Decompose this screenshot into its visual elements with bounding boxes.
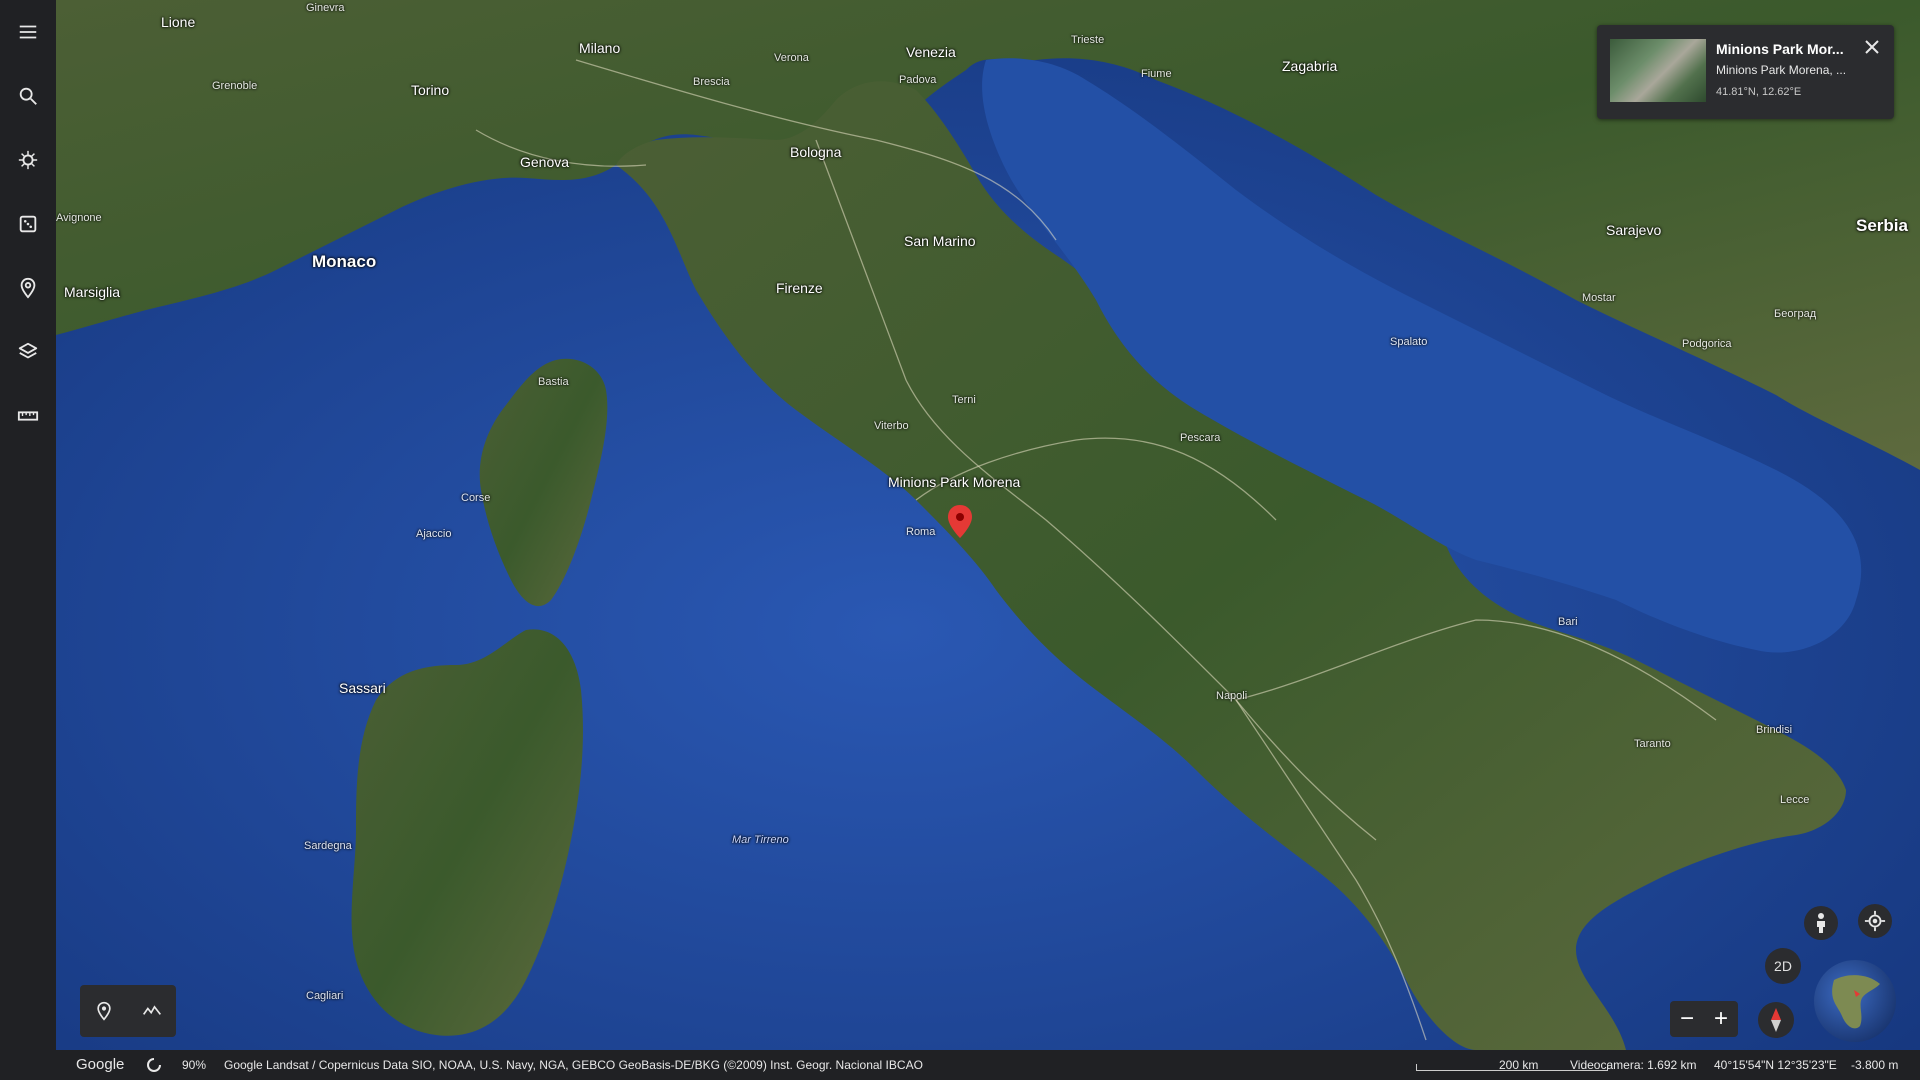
add-placemark-button[interactable] (88, 995, 120, 1027)
map-label: Verona (774, 52, 809, 64)
map-label: Zagabria (1282, 58, 1338, 74)
map-label: Terni (952, 394, 976, 406)
zoom-controls: − + (1670, 1001, 1738, 1037)
map-label: San Marino (904, 233, 976, 249)
feeling-lucky-button[interactable] (0, 196, 56, 252)
map-label: Avignone (56, 212, 102, 224)
loading-percent: 90% (182, 1058, 207, 1072)
my-location-button[interactable] (1858, 904, 1892, 938)
line-path-icon (142, 1005, 161, 1015)
loading-spinner-icon (146, 1057, 162, 1076)
map-label: Serbia (1856, 216, 1908, 235)
camera-altitude: Videocamera: 1.692 km (1570, 1058, 1697, 1072)
feeling-lucky-icon (19, 215, 37, 233)
drawing-tools (80, 985, 176, 1037)
attribution[interactable]: Google Landsat / Copernicus Data SIO, NO… (224, 1058, 923, 1072)
place-thumbnail[interactable] (1610, 39, 1706, 102)
voyager-icon (18, 150, 38, 170)
measure-button[interactable] (0, 388, 56, 444)
zoom-out-button[interactable]: − (1670, 1001, 1704, 1037)
status-bar: Google 90% Google Landsat / Copernicus D… (56, 1050, 1920, 1080)
menu-button[interactable] (0, 4, 56, 60)
sea-label: Mar Tirreno (732, 834, 789, 846)
map-label: Trieste (1071, 34, 1105, 46)
close-icon[interactable] (1862, 37, 1882, 57)
map-label: Ginevra (306, 2, 345, 14)
map-label: Sarajevo (1606, 222, 1662, 238)
menu-icon (19, 25, 37, 39)
my-location-icon (1864, 910, 1886, 932)
cursor-coordinates: 40°15'54"N 12°35'23"E (1714, 1058, 1837, 1072)
elevation: -3.800 m (1851, 1058, 1899, 1072)
map-label: Bari (1558, 616, 1578, 628)
globe-minimap[interactable] (1814, 960, 1896, 1042)
map-label: Taranto (1634, 738, 1671, 750)
pin-label[interactable]: Minions Park Morena (888, 474, 1020, 490)
map-label: Roma (906, 526, 936, 538)
projects-icon (20, 277, 36, 299)
map-label: Venezia (906, 44, 956, 60)
map-label: Pescara (1180, 432, 1221, 444)
pegman-icon (1817, 913, 1825, 933)
map-label: Torino (411, 82, 450, 98)
google-earth-app: Ginevra Lione Milano Venezia Zagabria To… (0, 0, 1920, 1080)
map-label: Brindisi (1756, 724, 1793, 736)
voyager-button[interactable] (0, 132, 56, 188)
map-label: Cagliari (306, 990, 344, 1002)
map-label: Napoli (1216, 690, 1248, 702)
measure-icon (17, 411, 39, 421)
map-label: Bastia (538, 376, 569, 388)
map-style-button[interactable] (0, 324, 56, 380)
map-label: Padova (899, 74, 937, 86)
compass-icon (1771, 1008, 1781, 1032)
search-button[interactable] (0, 68, 56, 124)
zoom-in-button[interactable]: + (1704, 1001, 1738, 1037)
map-label: Sardegna (304, 840, 352, 852)
satellite-imagery (56, 0, 1920, 1050)
map-label: Bologna (790, 144, 842, 160)
map-label: Lione (161, 14, 196, 30)
map-label: Monaco (312, 252, 377, 271)
search-icon (19, 87, 37, 105)
place-card[interactable]: Minions Park Mor... Minions Park Morena,… (1597, 25, 1894, 119)
draw-line-button[interactable] (136, 995, 168, 1027)
map-label: Corse (461, 492, 491, 504)
map-label: Sassari (339, 680, 386, 696)
pegman-button[interactable] (1804, 906, 1838, 940)
placemark-icon (97, 1001, 111, 1021)
map-label: Lecce (1780, 794, 1810, 806)
earth-map-view[interactable]: Ginevra Lione Milano Venezia Zagabria To… (56, 0, 1920, 1050)
map-label: Београд (1774, 308, 1817, 320)
scale-label: 200 km (1499, 1058, 1539, 1072)
place-coordinates: 41.81°N, 12.62°E (1716, 86, 1802, 98)
map-label: Mostar (1582, 292, 1616, 304)
google-logo: Google (76, 1056, 125, 1073)
compass-button[interactable] (1758, 1002, 1794, 1038)
place-title: Minions Park Mor... (1716, 41, 1844, 57)
place-subtitle: Minions Park Morena, ... (1716, 63, 1847, 77)
map-label: Brescia (693, 76, 730, 88)
toggle-2d-button[interactable]: 2D (1765, 948, 1801, 984)
map-label: Viterbo (874, 420, 909, 432)
map-label: Firenze (776, 280, 823, 296)
globe-icon (1832, 975, 1880, 1029)
map-label: Podgorica (1682, 338, 1732, 350)
projects-button[interactable] (0, 260, 56, 316)
map-label: Grenoble (212, 80, 258, 92)
map-label: Fiume (1141, 68, 1172, 80)
map-label: Milano (579, 40, 621, 56)
map-label: Marsiglia (64, 284, 121, 300)
left-toolbar (0, 0, 56, 1080)
map-style-icon (18, 342, 38, 359)
map-label: Genova (520, 154, 570, 170)
map-label: Spalato (1390, 336, 1428, 348)
map-label: Ajaccio (416, 528, 452, 540)
toggle-2d-label: 2D (1774, 958, 1792, 974)
